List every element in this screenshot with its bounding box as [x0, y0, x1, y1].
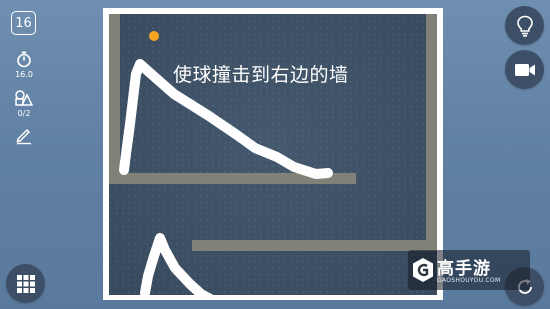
level-instruction: 使球撞击到右边的墙 — [173, 64, 349, 86]
timer-value: 16.0 — [15, 70, 33, 79]
drawn-line-lower — [140, 233, 214, 295]
pen-stat — [10, 125, 38, 145]
timer-stat: 16.0 — [10, 50, 38, 80]
shapes-stat: 0/2 — [10, 89, 38, 119]
watermark-logo-icon — [413, 258, 433, 282]
level-menu-button[interactable] — [6, 264, 45, 303]
grid-menu-icon — [16, 274, 35, 293]
pencil-icon — [16, 128, 31, 145]
play-area[interactable]: 使球撞击到右边的墙 — [109, 14, 437, 295]
level-number-badge: 16 — [11, 11, 36, 35]
hint-button[interactable] — [505, 6, 544, 45]
video-camera-icon — [514, 63, 535, 76]
stopwatch-icon — [17, 51, 31, 68]
shapes-count: 0/2 — [17, 109, 31, 118]
shapes-icon — [15, 90, 34, 106]
game-board: 使球撞击到右边的墙 — [103, 8, 443, 300]
drawn-lines — [119, 59, 333, 295]
watermark-url: GAOSHOUYOU.COM — [437, 277, 501, 284]
watermark-name: 高手游 — [437, 259, 491, 279]
lightbulb-icon — [516, 15, 533, 37]
video-button[interactable] — [505, 50, 544, 89]
ball — [149, 31, 159, 41]
watermark: 高手游 GAOSHOUYOU.COM — [408, 250, 530, 290]
